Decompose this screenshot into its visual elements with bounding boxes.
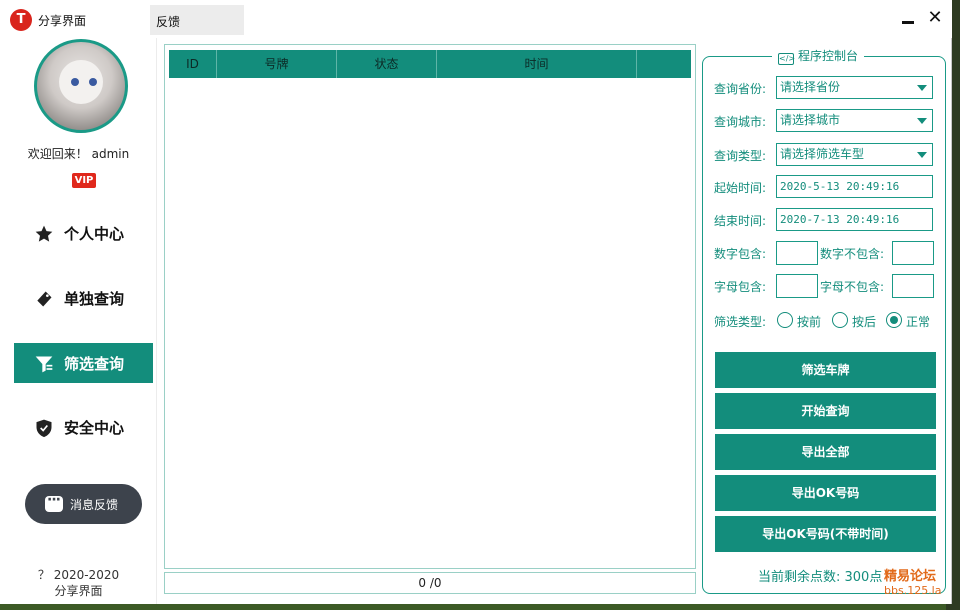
minimize-icon[interactable] <box>900 10 916 26</box>
vip-badge: VIP <box>72 173 96 188</box>
nav-item-label: 个人中心 <box>64 225 125 243</box>
avatar <box>34 39 128 133</box>
column-header-id[interactable]: ID <box>169 50 217 78</box>
avatar-eye-left <box>71 78 79 86</box>
letter-exclude-label: 字母不包含: <box>820 280 885 294</box>
column-header-status[interactable]: 状态 <box>337 50 437 78</box>
letter-exclude-input[interactable] <box>892 274 934 298</box>
control-panel-title-text: 程序控制台 <box>798 49 859 63</box>
radio-front[interactable] <box>777 312 793 328</box>
number-include-label: 数字包含: <box>714 247 767 261</box>
nav-item-label: 筛选查询 <box>64 355 125 373</box>
column-header-time[interactable]: 时间 <box>437 50 637 78</box>
table-header: ID 号牌 状态 时间 <box>169 50 691 78</box>
nav-item-label: 安全中心 <box>64 419 125 437</box>
number-exclude-input[interactable] <box>892 241 934 265</box>
results-table[interactable]: ID 号牌 状态 时间 <box>164 44 696 569</box>
start-time-label: 起始时间: <box>714 181 767 195</box>
filter-type-label: 筛选类型: <box>714 315 767 329</box>
feedback-button[interactable]: 消息反馈 <box>25 484 142 524</box>
start-time-input[interactable]: 2020-5-13 20:49:16 <box>776 175 933 198</box>
welcome-text: 欢迎回来！ admin <box>27 147 130 161</box>
start-query-button[interactable]: 开始查询 <box>715 393 936 429</box>
nav-item-filter-query[interactable]: 筛选查询 <box>8 343 153 383</box>
province-select[interactable]: 请选择省份 <box>776 76 933 99</box>
column-header-extra[interactable] <box>637 50 691 78</box>
filter-icon <box>34 354 54 374</box>
nav-item-personal-center[interactable]: 个人中心 <box>8 213 153 253</box>
radio-back[interactable] <box>832 312 848 328</box>
title-bar[interactable]: T 分享界面 反馈 ✕ <box>0 0 952 38</box>
code-icon: </> <box>778 53 796 65</box>
nav-item-security-center[interactable]: 安全中心 <box>8 407 153 447</box>
radio-back-label[interactable]: 按后 <box>852 313 876 330</box>
export-ok-no-time-button[interactable]: 导出OK号码(不带时间) <box>715 516 936 552</box>
query-type-label: 查询类型: <box>714 149 767 163</box>
window-title: 分享界面 <box>38 14 87 28</box>
feedback-button-label: 消息反馈 <box>70 498 119 512</box>
end-time-input[interactable]: 2020-7-13 20:49:16 <box>776 208 933 231</box>
watermark-url: bbs.125.la <box>884 584 942 597</box>
close-icon[interactable]: ✕ <box>926 9 944 27</box>
copyright: ？ 2020-2020 分享界面 <box>0 567 157 599</box>
remaining-points: 当前剩余点数: 300点 <box>758 570 883 585</box>
export-ok-button[interactable]: 导出OK号码 <box>715 475 936 511</box>
nav-item-single-query[interactable]: 单独查询 <box>8 278 153 318</box>
filter-plates-button[interactable]: 筛选车牌 <box>715 352 936 388</box>
city-select[interactable]: 请选择城市 <box>776 109 933 132</box>
radio-normal[interactable] <box>886 312 902 328</box>
app-window: T 分享界面 反馈 ✕ 欢迎回来！ admin VIP 个人中心 单独查询 筛选… <box>0 0 952 604</box>
tag-icon <box>34 289 54 309</box>
app-logo-icon: T <box>10 9 32 31</box>
avatar-eye-right <box>89 78 97 86</box>
letter-include-label: 字母包含: <box>714 280 767 294</box>
copyright-app-name: 分享界面 <box>54 584 103 598</box>
radio-normal-label[interactable]: 正常 <box>906 313 930 330</box>
radio-front-label[interactable]: 按前 <box>797 313 821 330</box>
watermark-title: 精易论坛 <box>884 569 937 584</box>
nav-item-label: 单独查询 <box>64 290 125 308</box>
chat-icon <box>45 492 63 512</box>
end-time-label: 结束时间: <box>714 214 767 228</box>
query-type-select[interactable]: 请选择筛选车型 <box>776 143 933 166</box>
province-label: 查询省份: <box>714 82 767 96</box>
sidebar: 欢迎回来！ admin VIP 个人中心 单独查询 筛选查询 安全中心 ··· … <box>0 38 157 604</box>
letter-include-input[interactable] <box>776 274 818 298</box>
star-icon <box>34 224 54 244</box>
shield-icon <box>34 418 54 438</box>
number-exclude-label: 数字不包含: <box>820 247 885 261</box>
forum-watermark: 精易论坛 bbs.125.la <box>884 570 941 598</box>
table-status-bar: 0 /0 <box>164 572 696 594</box>
city-label: 查询城市: <box>714 115 767 129</box>
control-panel-title: </> 程序控制台 <box>772 46 865 66</box>
copyright-years: ？ 2020-2020 <box>37 568 120 582</box>
background-tab-label: 反馈 <box>156 15 181 29</box>
column-header-plate[interactable]: 号牌 <box>217 50 337 78</box>
number-include-input[interactable] <box>776 241 818 265</box>
export-all-button[interactable]: 导出全部 <box>715 434 936 470</box>
